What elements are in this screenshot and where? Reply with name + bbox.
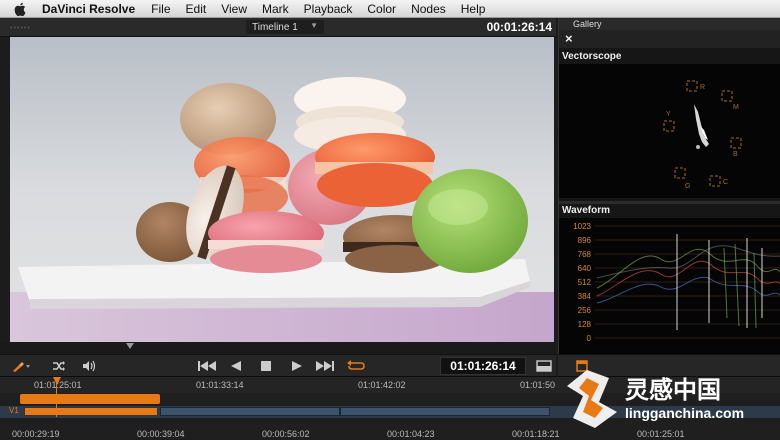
timeline-clip[interactable] xyxy=(160,407,340,416)
waveform-scale-label: 384 xyxy=(578,292,592,301)
ruler-timecode: 01:01:33:14 xyxy=(196,380,244,390)
video-viewer[interactable] xyxy=(10,37,554,342)
apple-icon[interactable] xyxy=(14,2,28,16)
vectorscope-target-r: R xyxy=(700,84,705,91)
gallery-tab[interactable]: Gallery xyxy=(559,18,780,30)
play-reverse-icon[interactable] xyxy=(228,358,244,374)
skip-to-end-icon[interactable] xyxy=(314,358,336,374)
vectorscope-target-m: M xyxy=(733,104,739,111)
vectorscope-title: Vectorscope xyxy=(562,51,622,62)
panel-toggle-icon[interactable] xyxy=(574,358,590,374)
scopes-panel: Gallery × Vectorscope R M B C G Y Wavefo… xyxy=(558,18,780,354)
close-icon[interactable]: × xyxy=(565,31,573,46)
waveform-scale-label: 640 xyxy=(578,264,592,273)
clip-timecode: 00:00:39:04 xyxy=(137,429,185,439)
track-label-v1: V1 xyxy=(9,406,19,415)
panel-divider[interactable] xyxy=(559,201,780,204)
transport-timecode[interactable]: 01:01:26:14 xyxy=(440,357,526,375)
eyedropper-icon[interactable] xyxy=(8,358,34,374)
clip-timecode: 00:01:18:21 xyxy=(512,429,560,439)
waveform-scale-label: 256 xyxy=(578,306,592,315)
mini-timeline[interactable]: 01:01:25:01 01:01:33:14 01:01:42:02 01:0… xyxy=(0,376,780,440)
vectorscope-target-g: G xyxy=(685,183,690,190)
timeline-name: Timeline 1 xyxy=(252,21,298,33)
viewer-scrubber[interactable] xyxy=(0,342,556,354)
waveform-title: Waveform xyxy=(562,205,610,216)
scopes-footer xyxy=(558,354,780,377)
waveform-scale-label: 128 xyxy=(578,320,592,329)
clip-timecode: 00:01:25:01 xyxy=(637,429,685,439)
waveform-scale-label: 768 xyxy=(578,250,592,259)
shuffle-icon[interactable] xyxy=(50,358,68,374)
timeline-clip[interactable] xyxy=(340,407,550,416)
waveform-scale-label: 1023 xyxy=(573,222,591,231)
viewer-header: •••••• Timeline 1 ▼ 00:01:26:14 xyxy=(0,18,556,37)
scrubber-handle[interactable] xyxy=(126,343,134,349)
timeline-clip-selected[interactable] xyxy=(24,407,158,416)
waveform-scale-label: 896 xyxy=(578,236,592,245)
menu-color[interactable]: Color xyxy=(367,2,396,16)
panel-grip-icon[interactable]: •••••• xyxy=(10,25,31,32)
viewer-timecode: 00:01:26:14 xyxy=(486,20,552,34)
menu-playback[interactable]: Playback xyxy=(304,2,353,16)
waveform-display: 1023 896 768 640 512 384 256 128 0 xyxy=(559,218,780,354)
menu-edit[interactable]: Edit xyxy=(186,2,207,16)
menu-bar: DaVinci Resolve File Edit View Mark Play… xyxy=(0,0,780,18)
waveform-scale-label: 512 xyxy=(578,278,592,287)
clip-timecode: 00:00:29:19 xyxy=(12,429,60,439)
transport-bar: 01:01:26:14 xyxy=(0,354,556,377)
loop-icon[interactable] xyxy=(346,358,366,374)
vectorscope-target-c: C xyxy=(723,179,728,186)
vectorscope-target-y: Y xyxy=(666,111,671,118)
viewer-options-icon[interactable] xyxy=(534,358,554,374)
menu-view[interactable]: View xyxy=(221,2,247,16)
menu-file[interactable]: File xyxy=(151,2,170,16)
ruler-timecode: 01:01:50 xyxy=(520,380,556,390)
menu-help[interactable]: Help xyxy=(461,2,486,16)
waveform-scale-label: 0 xyxy=(587,334,592,343)
speaker-icon[interactable] xyxy=(80,358,98,374)
vectorscope-target-b: B xyxy=(733,151,738,158)
clip-timecode: 00:01:04:23 xyxy=(387,429,435,439)
stop-icon[interactable] xyxy=(258,358,274,374)
timeline-ruler[interactable]: 01:01:25:01 01:01:33:14 01:01:42:02 01:0… xyxy=(0,377,780,393)
play-icon[interactable] xyxy=(289,358,305,374)
app-name-menu[interactable]: DaVinci Resolve xyxy=(42,2,135,16)
menu-nodes[interactable]: Nodes xyxy=(411,2,446,16)
menu-mark[interactable]: Mark xyxy=(262,2,289,16)
scopes-toolbar: × xyxy=(559,30,780,48)
vectorscope-display: R M B C G Y xyxy=(559,64,780,198)
audio-waveform-clip[interactable] xyxy=(20,394,160,404)
ruler-timecode: 01:01:42:02 xyxy=(358,380,406,390)
clip-timecode: 00:00:56:02 xyxy=(262,429,310,439)
timeline-selector[interactable]: Timeline 1 ▼ xyxy=(246,20,324,34)
chevron-down-icon: ▼ xyxy=(310,21,318,30)
skip-to-start-icon[interactable] xyxy=(196,358,218,374)
macarons-image xyxy=(10,37,554,342)
clip-timecodes: 00:00:29:19 00:00:39:04 00:00:56:02 00:0… xyxy=(0,429,780,440)
